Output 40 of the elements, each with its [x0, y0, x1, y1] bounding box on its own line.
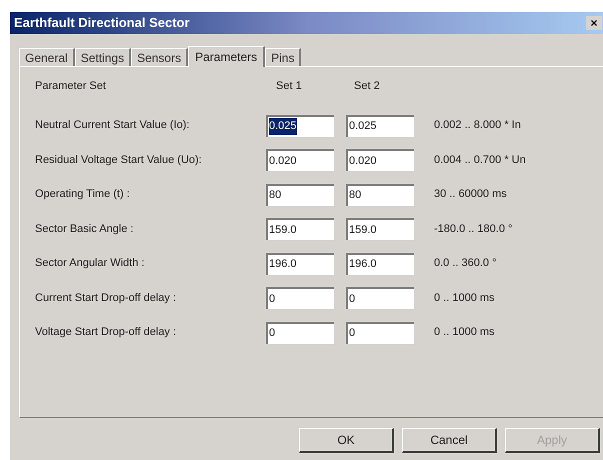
- column-header: Set 1: [275, 78, 303, 94]
- range-text: 0 .. 1000 ms: [434, 290, 495, 306]
- input-field[interactable]: 196.0: [346, 252, 414, 274]
- input-field[interactable]: 159.0: [346, 218, 414, 240]
- input-field[interactable]: 0: [266, 322, 334, 344]
- input-field[interactable]: 0: [346, 322, 414, 344]
- input-field[interactable]: 0.020: [266, 149, 334, 171]
- tab[interactable]: Sensors: [131, 48, 188, 66]
- input-field[interactable]: 80: [266, 184, 334, 206]
- dialog-button[interactable]: Cancel: [402, 428, 497, 453]
- window-title: Earthfault Directional Sector: [14, 14, 190, 32]
- input-field[interactable]: 0.020: [346, 149, 414, 171]
- range-text: 30 .. 60000 ms: [434, 187, 507, 202]
- input-field[interactable]: 159.0: [266, 218, 334, 240]
- column-header: Parameter Set: [35, 78, 107, 94]
- input-field[interactable]: 0: [346, 287, 414, 309]
- input-field[interactable]: 0: [266, 287, 334, 309]
- parameter-label: Current Start Drop-off delay :: [35, 290, 178, 306]
- range-text: 0.0 .. 360.0 °: [434, 256, 496, 272]
- range-text: 0 .. 1000 ms: [434, 325, 495, 340]
- input-field[interactable]: 80: [346, 184, 414, 206]
- parameter-label: Voltage Start Drop-off delay :: [35, 325, 178, 340]
- column-header: Set 2: [353, 78, 380, 94]
- input-field[interactable]: 196.0: [266, 252, 334, 274]
- input-field[interactable]: 0.025: [266, 114, 334, 136]
- parameter-label: Operating Time (t) :: [35, 187, 131, 202]
- range-text: -180.0 .. 180.0 °: [434, 222, 512, 237]
- parameter-label: Residual Voltage Start Value (Uo):: [35, 152, 203, 168]
- close-button[interactable]: ×: [586, 16, 602, 30]
- parameter-label: Neutral Current Start Value (Io):: [35, 118, 190, 134]
- range-text: 0.002 .. 8.000 * In: [434, 118, 521, 134]
- tab[interactable]: General: [19, 48, 75, 66]
- tab[interactable]: Settings: [74, 48, 132, 66]
- input-field[interactable]: 0.025: [346, 114, 414, 136]
- parameter-label: Sector Basic Angle :: [35, 222, 134, 237]
- parameter-label: Sector Angular Width :: [35, 256, 146, 272]
- tab[interactable]: Parameters: [188, 46, 266, 67]
- tab[interactable]: Pins: [265, 48, 302, 66]
- dialog-button[interactable]: OK: [299, 428, 394, 453]
- range-text: 0.004 .. 0.700 * Un: [434, 152, 526, 168]
